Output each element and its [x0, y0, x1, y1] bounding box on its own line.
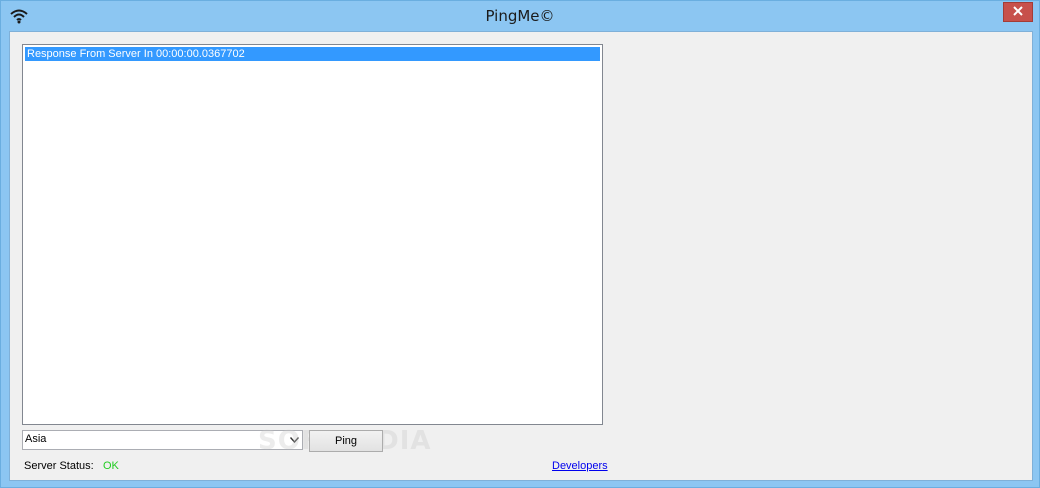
server-status-label: Server Status:: [24, 460, 94, 472]
title-bar[interactable]: PingMe©: [1, 1, 1039, 31]
client-area: Response From Server In 00:00:00.0367702…: [9, 31, 1033, 481]
list-item[interactable]: Response From Server In 00:00:00.0367702: [25, 47, 600, 61]
response-listbox[interactable]: Response From Server In 00:00:00.0367702: [22, 44, 603, 425]
server-region-value: Asia: [25, 433, 47, 445]
server-status-value: OK: [103, 460, 119, 472]
developers-link[interactable]: Developers: [552, 460, 608, 472]
ping-button[interactable]: Ping: [309, 430, 383, 452]
close-button[interactable]: [1003, 2, 1033, 22]
app-window: PingMe© Response From Server In 00:00:00…: [0, 0, 1040, 488]
close-icon: [1013, 3, 1023, 21]
window-title: PingMe©: [485, 7, 555, 25]
